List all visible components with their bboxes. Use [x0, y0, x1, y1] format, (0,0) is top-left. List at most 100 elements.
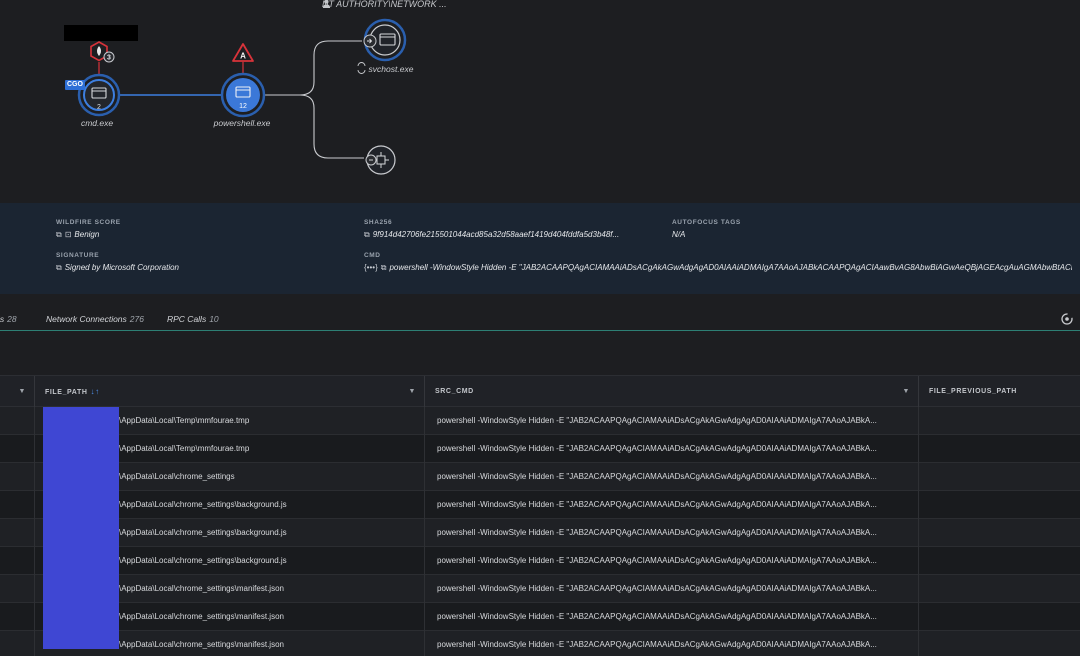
user-label: NT AUTHORITY\NETWORK ... — [322, 0, 447, 9]
cell-blank — [0, 519, 35, 547]
cell-file-previous-path — [919, 575, 1080, 603]
network-node[interactable] — [365, 145, 396, 175]
sort-icon[interactable]: ↓↑ — [90, 387, 99, 396]
table-header: ▼ FILE_PATH ↓↑ ▼ SRC_CMD ▼ FILE_PREVIOUS_… — [0, 375, 1080, 407]
cell-blank — [0, 407, 35, 435]
cell-blank — [0, 491, 35, 519]
column-header-label: FILE_PREVIOUS_PATH — [929, 388, 1017, 395]
column-header-label: SRC_CMD — [435, 388, 474, 395]
tab-label: ls — [0, 314, 5, 324]
cmd-alert-count: 3 — [107, 55, 111, 62]
cell-src-cmd[interactable]: powershell -WindowStyle Hidden -E "JAB2A… — [425, 463, 919, 491]
autofocus-tags-value: N/A — [672, 230, 686, 239]
cgo-tag: CGO — [65, 80, 85, 90]
column-header-prev[interactable]: ▼ — [0, 376, 35, 407]
table-row[interactable]: \AppData\Local\chrome_settings\manifest.… — [0, 575, 1080, 603]
edge-powershell-svchost — [262, 40, 362, 96]
cell-file-previous-path — [919, 547, 1080, 575]
cell-src-cmd[interactable]: powershell -WindowStyle Hidden -E "JAB2A… — [425, 603, 919, 631]
table-row[interactable]: \AppData\Local\Temp\mmfourae.tmp powershe… — [0, 407, 1080, 435]
tab-count: 276 — [129, 314, 144, 324]
refresh-icon[interactable] — [1060, 312, 1074, 326]
process-details-panel: WILDFIRE SCORE ⧉ ⊡ Benign SHA256 ⧉ 9f914d42… — [0, 203, 1080, 294]
filter-icon[interactable]: ▼ — [408, 376, 416, 407]
tab-label: RPC Calls — [167, 314, 207, 324]
cell-src-cmd[interactable]: powershell -WindowStyle Hidden -E "JAB2A… — [425, 407, 919, 435]
autofocus-tags-label: AUTOFOCUS TAGS — [672, 219, 741, 226]
cell-src-cmd[interactable]: powershell -WindowStyle Hidden -E "JAB2A… — [425, 435, 919, 463]
cell-src-cmd[interactable]: powershell -WindowStyle Hidden -E "JAB2A… — [425, 519, 919, 547]
tab-files[interactable]: ls28 — [0, 314, 17, 324]
table-row[interactable]: \AppData\Local\chrome_settings powershell… — [0, 463, 1080, 491]
wildfire-score-label: WILDFIRE SCORE — [56, 219, 121, 226]
filter-icon[interactable]: ▼ — [902, 376, 910, 407]
cell-file-previous-path — [919, 519, 1080, 547]
cmd-node-badge: 2 — [97, 104, 101, 111]
tab-network-connections[interactable]: Network Connections 276 — [46, 314, 144, 324]
table-row[interactable]: \AppData\Local\Temp\mmfourae.tmp powershe… — [0, 435, 1080, 463]
edge-powershell-network — [299, 94, 364, 159]
signature-field: SIGNATURE ⧉ Signed by Microsoft Corporati… — [56, 252, 346, 273]
column-header-label: FILE_PATH — [45, 389, 88, 396]
wildfire-score-field: WILDFIRE SCORE ⧉ ⊡ Benign — [56, 219, 346, 240]
cell-blank — [0, 631, 35, 656]
table-row[interactable]: \AppData\Local\chrome_settings\manifest.… — [0, 603, 1080, 631]
wildfire-icon: ⊡ — [64, 230, 72, 239]
cmd-label: CMD — [364, 252, 381, 259]
redacted-user-path — [43, 407, 119, 649]
cmd-field: CMD {•••} ⧉ powershell -WindowStyle Hidden… — [364, 252, 1072, 273]
cell-file-previous-path — [919, 603, 1080, 631]
cell-file-previous-path — [919, 435, 1080, 463]
copy-icon[interactable]: ⧉ — [381, 263, 387, 273]
column-header-src-cmd[interactable]: SRC_CMD ▼ — [425, 376, 919, 407]
cell-src-cmd[interactable]: powershell -WindowStyle Hidden -E "JAB2A… — [425, 491, 919, 519]
redacted-hostname — [64, 25, 138, 41]
cell-file-previous-path — [919, 407, 1080, 435]
column-header-file-previous-path[interactable]: FILE_PREVIOUS_PATH — [919, 376, 1080, 407]
wildfire-score-value: Benign — [74, 230, 100, 239]
process-graph: 2 3 12 A NT AUTHORITY\NETWORK ... CGO cm… — [0, 0, 1080, 203]
cell-blank — [0, 575, 35, 603]
autofocus-tags-field: AUTOFOCUS TAGS N/A — [672, 219, 962, 239]
file-events-table: ▼ FILE_PATH ↓↑ ▼ SRC_CMD ▼ FILE_PREVIOUS_… — [0, 375, 1080, 656]
column-header-file-path[interactable]: FILE_PATH ↓↑ ▼ — [35, 376, 425, 407]
cmd-node-label[interactable]: cmd.exe — [81, 118, 113, 128]
cell-file-previous-path — [919, 491, 1080, 519]
sha256-field: SHA256 ⧉ 9f914d42706fe215501044acd85a32d5… — [364, 219, 654, 240]
cell-src-cmd[interactable]: powershell -WindowStyle Hidden -E "JAB2A… — [425, 547, 919, 575]
cell-blank — [0, 463, 35, 491]
copy-icon[interactable]: ⧉ — [56, 230, 62, 240]
sync-icon — [357, 62, 366, 74]
tab-count: 28 — [7, 314, 17, 324]
powershell-node-label[interactable]: powershell.exe — [214, 118, 271, 128]
expand-icon[interactable]: {•••} — [364, 263, 378, 272]
copy-icon[interactable]: ⧉ — [56, 263, 62, 273]
copy-icon[interactable]: ⧉ — [364, 230, 370, 240]
cell-src-cmd[interactable]: powershell -WindowStyle Hidden -E "JAB2A… — [425, 575, 919, 603]
tab-rpc-calls[interactable]: RPC Calls 10 — [167, 314, 219, 324]
process-graph-canvas: 2 3 12 A — [77, 18, 407, 175]
tab-label: Network Connections — [46, 314, 127, 324]
cell-src-cmd[interactable]: powershell -WindowStyle Hidden -E "JAB2A… — [425, 631, 919, 656]
sha256-label: SHA256 — [364, 219, 393, 226]
tab-count: 10 — [209, 314, 219, 324]
powershell-alert-letter: A — [240, 52, 246, 61]
event-tabs: ls28 Network Connections276 RPC Calls10 — [0, 294, 1080, 331]
cell-blank — [0, 547, 35, 575]
svchost-node[interactable] — [363, 18, 407, 62]
user-icon — [322, 0, 331, 8]
sha256-value[interactable]: 9f914d42706fe215501044acd85a32d58aaef141… — [373, 230, 619, 239]
table-row[interactable]: \AppData\Local\chrome_settings\backgroun… — [0, 491, 1080, 519]
cell-file-previous-path — [919, 631, 1080, 656]
filter-icon[interactable]: ▼ — [18, 376, 26, 407]
table-row[interactable]: \AppData\Local\chrome_settings\backgroun… — [0, 547, 1080, 575]
table-row[interactable]: \AppData\Local\chrome_settings\manifest.… — [0, 631, 1080, 656]
cell-file-previous-path — [919, 463, 1080, 491]
signature-label: SIGNATURE — [56, 252, 100, 259]
cell-blank — [0, 435, 35, 463]
cmd-value[interactable]: powershell -WindowStyle Hidden -E "JAB2A… — [389, 263, 1072, 272]
table-row[interactable]: \AppData\Local\chrome_settings\backgroun… — [0, 519, 1080, 547]
powershell-node-badge: 12 — [239, 103, 247, 110]
svchost-node-label[interactable]: svchost.exe — [369, 64, 414, 74]
cell-blank — [0, 603, 35, 631]
